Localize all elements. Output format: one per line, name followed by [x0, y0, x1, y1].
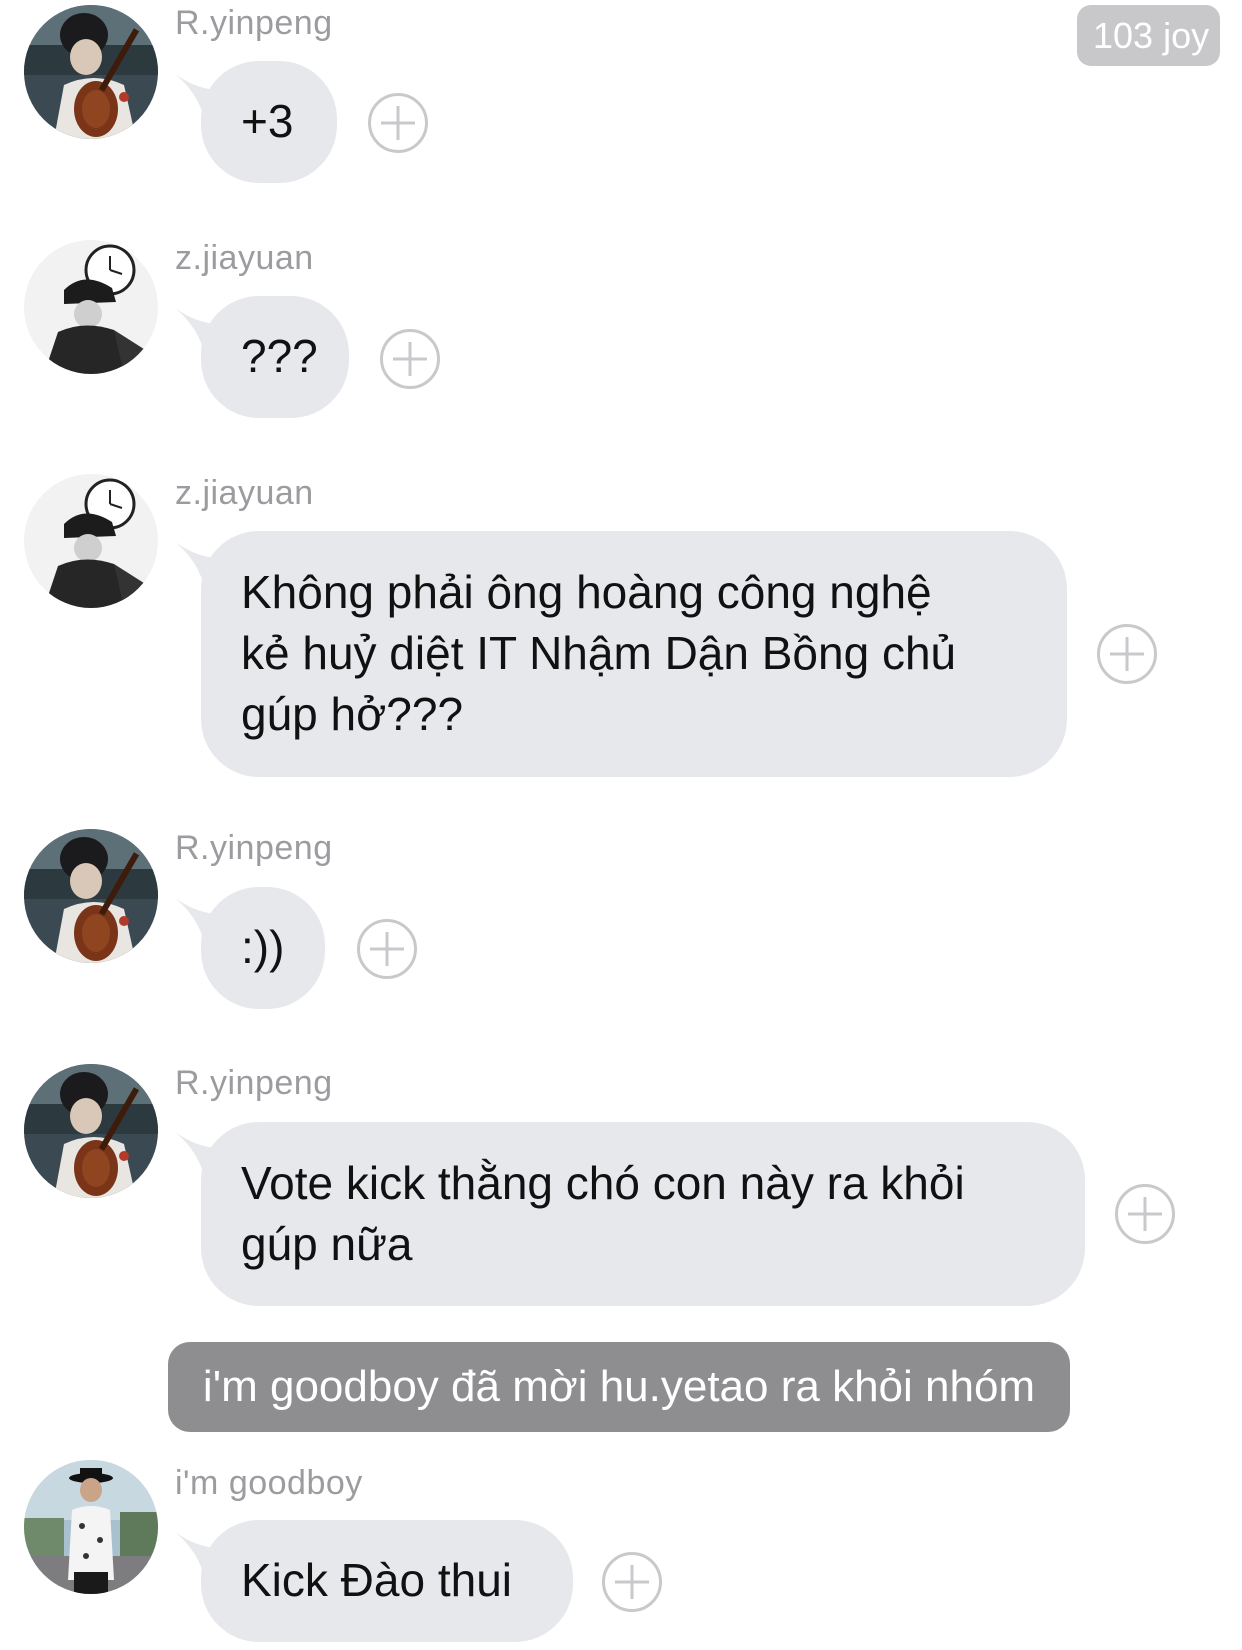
avatar[interactable] [24, 5, 158, 139]
message-bubble[interactable]: +3 [201, 61, 337, 183]
reaction-count-badge[interactable]: 103 joy [1077, 5, 1220, 66]
sender-name: z.jiayuan [175, 474, 314, 512]
clock-hat-avatar-icon [24, 474, 158, 608]
message-text: Kick Đào thui [241, 1554, 513, 1606]
sender-name: i'm goodboy [175, 1464, 363, 1502]
message-bubble[interactable]: :)) [201, 887, 325, 1009]
avatar[interactable] [24, 1460, 158, 1594]
plus-circle-icon[interactable] [368, 93, 428, 153]
message-line: Không phải ông hoàng công nghệ [241, 566, 932, 618]
message-line: kẻ huỷ diệt IT Nhậm Dận Bồng chủ [241, 627, 957, 679]
sender-name: R.yinpeng [175, 4, 333, 42]
cello-player-avatar-icon [24, 5, 158, 139]
message-line: Vote kick thằng chó con này ra khỏi [241, 1157, 965, 1209]
system-notice: i'm goodboy đã mời hu.yetao ra khỏi nhóm [168, 1342, 1070, 1432]
message-bubble[interactable]: Kick Đào thui [201, 1520, 573, 1642]
message-text: +3 [241, 95, 294, 147]
cello-player-avatar-icon [24, 1064, 158, 1198]
message-bubble[interactable]: ??? [201, 296, 349, 418]
avatar[interactable] [24, 474, 158, 608]
avatar[interactable] [24, 240, 158, 374]
message-text: ??? [241, 330, 318, 382]
message-bubble[interactable]: Vote kick thằng chó con này ra khỏi gúp … [201, 1122, 1085, 1306]
plus-circle-icon[interactable] [1115, 1184, 1175, 1244]
plus-circle-icon[interactable] [357, 919, 417, 979]
plus-circle-icon[interactable] [380, 329, 440, 389]
message-line: gúp hở??? [241, 688, 464, 740]
message-text: :)) [241, 921, 285, 973]
clock-hat-avatar-icon [24, 240, 158, 374]
avatar[interactable] [24, 829, 158, 963]
plus-circle-icon[interactable] [1097, 624, 1157, 684]
message-bubble[interactable]: Không phải ông hoàng công nghệ kẻ huỷ di… [201, 531, 1067, 777]
cello-player-avatar-icon [24, 829, 158, 963]
sender-name: R.yinpeng [175, 1064, 333, 1102]
message-line: gúp nữa [241, 1218, 413, 1270]
sender-name: R.yinpeng [175, 829, 333, 867]
sender-name: z.jiayuan [175, 239, 314, 277]
hat-man-avatar-icon [24, 1460, 158, 1594]
avatar[interactable] [24, 1064, 158, 1198]
plus-circle-icon[interactable] [602, 1552, 662, 1612]
